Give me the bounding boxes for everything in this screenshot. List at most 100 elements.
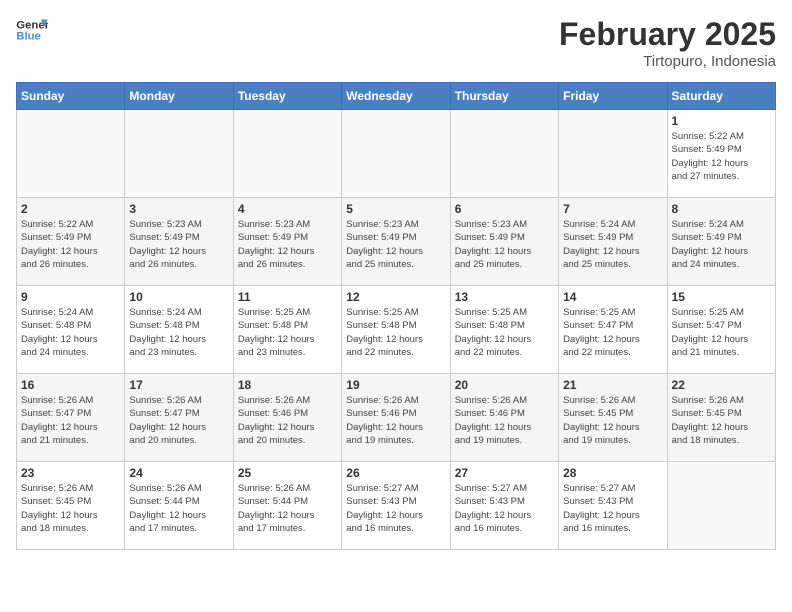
title-block: February 2025 Tirtopuro, Indonesia	[559, 16, 776, 70]
calendar-week-row: 1 Sunrise: 5:22 AM Sunset: 5:49 PM Daylig…	[17, 110, 776, 198]
day-info: Sunrise: 5:22 AM Sunset: 5:49 PM Dayligh…	[21, 218, 120, 271]
day-info: Sunrise: 5:24 AM Sunset: 5:48 PM Dayligh…	[129, 306, 228, 359]
logo-icon: General Blue	[16, 16, 48, 44]
weekday-header-wednesday: Wednesday	[342, 83, 450, 110]
calendar-day-cell: 20 Sunrise: 5:26 AM Sunset: 5:46 PM Dayli…	[450, 374, 558, 462]
calendar-day-cell: 16 Sunrise: 5:26 AM Sunset: 5:47 PM Dayli…	[17, 374, 125, 462]
day-info: Sunrise: 5:26 AM Sunset: 5:45 PM Dayligh…	[563, 394, 662, 447]
calendar-day-cell: 2Sunrise: 5:22 AM Sunset: 5:49 PM Daylig…	[17, 198, 125, 286]
day-number: 1	[672, 114, 771, 128]
calendar-day-cell	[559, 110, 667, 198]
calendar-day-cell	[342, 110, 450, 198]
calendar-day-cell: 15 Sunrise: 5:25 AM Sunset: 5:47 PM Dayli…	[667, 286, 775, 374]
calendar-day-cell: 19 Sunrise: 5:26 AM Sunset: 5:46 PM Dayli…	[342, 374, 450, 462]
day-info: Sunrise: 5:25 AM Sunset: 5:47 PM Dayligh…	[672, 306, 771, 359]
day-info: Sunrise: 5:26 AM Sunset: 5:45 PM Dayligh…	[21, 482, 120, 535]
calendar-day-cell	[17, 110, 125, 198]
day-number: 3	[129, 202, 228, 216]
calendar-day-cell: 12 Sunrise: 5:25 AM Sunset: 5:48 PM Dayli…	[342, 286, 450, 374]
day-number: 20	[455, 378, 554, 392]
month-year-title: February 2025	[559, 16, 776, 53]
day-info: Sunrise: 5:25 AM Sunset: 5:48 PM Dayligh…	[238, 306, 337, 359]
calendar-day-cell: 18 Sunrise: 5:26 AM Sunset: 5:46 PM Dayli…	[233, 374, 341, 462]
weekday-header-thursday: Thursday	[450, 83, 558, 110]
calendar-day-cell: 13 Sunrise: 5:25 AM Sunset: 5:48 PM Dayli…	[450, 286, 558, 374]
day-info: Sunrise: 5:24 AM Sunset: 5:49 PM Dayligh…	[563, 218, 662, 271]
day-number: 19	[346, 378, 445, 392]
day-number: 15	[672, 290, 771, 304]
calendar-day-cell: 23 Sunrise: 5:26 AM Sunset: 5:45 PM Dayli…	[17, 462, 125, 550]
day-number: 10	[129, 290, 228, 304]
calendar-week-row: 23 Sunrise: 5:26 AM Sunset: 5:45 PM Dayli…	[17, 462, 776, 550]
weekday-header-saturday: Saturday	[667, 83, 775, 110]
day-info: Sunrise: 5:24 AM Sunset: 5:49 PM Dayligh…	[672, 218, 771, 271]
day-number: 27	[455, 466, 554, 480]
day-number: 21	[563, 378, 662, 392]
calendar-day-cell	[233, 110, 341, 198]
calendar-day-cell: 26Sunrise: 5:27 AM Sunset: 5:43 PM Dayli…	[342, 462, 450, 550]
day-info: Sunrise: 5:26 AM Sunset: 5:46 PM Dayligh…	[346, 394, 445, 447]
weekday-header-row: SundayMondayTuesdayWednesdayThursdayFrid…	[17, 83, 776, 110]
calendar-day-cell: 11 Sunrise: 5:25 AM Sunset: 5:48 PM Dayli…	[233, 286, 341, 374]
calendar-week-row: 16 Sunrise: 5:26 AM Sunset: 5:47 PM Dayli…	[17, 374, 776, 462]
calendar-day-cell: 5 Sunrise: 5:23 AM Sunset: 5:49 PM Daylig…	[342, 198, 450, 286]
day-info: Sunrise: 5:25 AM Sunset: 5:48 PM Dayligh…	[346, 306, 445, 359]
day-info: Sunrise: 5:26 AM Sunset: 5:46 PM Dayligh…	[238, 394, 337, 447]
calendar-day-cell: 4 Sunrise: 5:23 AM Sunset: 5:49 PM Daylig…	[233, 198, 341, 286]
day-number: 8	[672, 202, 771, 216]
day-number: 11	[238, 290, 337, 304]
calendar-day-cell: 25 Sunrise: 5:26 AM Sunset: 5:44 PM Dayli…	[233, 462, 341, 550]
page-header: General Blue February 2025 Tirtopuro, In…	[16, 16, 776, 70]
day-number: 25	[238, 466, 337, 480]
location-subtitle: Tirtopuro, Indonesia	[559, 53, 776, 70]
calendar-table: SundayMondayTuesdayWednesdayThursdayFrid…	[16, 82, 776, 550]
day-number: 13	[455, 290, 554, 304]
day-number: 22	[672, 378, 771, 392]
calendar-day-cell	[125, 110, 233, 198]
day-info: Sunrise: 5:23 AM Sunset: 5:49 PM Dayligh…	[455, 218, 554, 271]
calendar-day-cell: 1 Sunrise: 5:22 AM Sunset: 5:49 PM Daylig…	[667, 110, 775, 198]
day-number: 4	[238, 202, 337, 216]
calendar-day-cell: 7 Sunrise: 5:24 AM Sunset: 5:49 PM Daylig…	[559, 198, 667, 286]
weekday-header-sunday: Sunday	[17, 83, 125, 110]
day-number: 5	[346, 202, 445, 216]
day-info: Sunrise: 5:25 AM Sunset: 5:48 PM Dayligh…	[455, 306, 554, 359]
calendar-day-cell: 22 Sunrise: 5:26 AM Sunset: 5:45 PM Dayli…	[667, 374, 775, 462]
day-number: 18	[238, 378, 337, 392]
day-info: Sunrise: 5:23 AM Sunset: 5:49 PM Dayligh…	[346, 218, 445, 271]
day-info: Sunrise: 5:26 AM Sunset: 5:47 PM Dayligh…	[21, 394, 120, 447]
calendar-day-cell: 28 Sunrise: 5:27 AM Sunset: 5:43 PM Dayli…	[559, 462, 667, 550]
weekday-header-tuesday: Tuesday	[233, 83, 341, 110]
svg-text:Blue: Blue	[16, 31, 41, 43]
calendar-week-row: 9 Sunrise: 5:24 AM Sunset: 5:48 PM Daylig…	[17, 286, 776, 374]
calendar-day-cell: 21 Sunrise: 5:26 AM Sunset: 5:45 PM Dayli…	[559, 374, 667, 462]
logo: General Blue	[16, 16, 48, 44]
day-info: Sunrise: 5:23 AM Sunset: 5:49 PM Dayligh…	[238, 218, 337, 271]
day-number: 16	[21, 378, 120, 392]
weekday-header-friday: Friday	[559, 83, 667, 110]
calendar-day-cell: 8 Sunrise: 5:24 AM Sunset: 5:49 PM Daylig…	[667, 198, 775, 286]
day-info: Sunrise: 5:26 AM Sunset: 5:46 PM Dayligh…	[455, 394, 554, 447]
calendar-day-cell: 27Sunrise: 5:27 AM Sunset: 5:43 PM Dayli…	[450, 462, 558, 550]
calendar-day-cell	[450, 110, 558, 198]
day-number: 12	[346, 290, 445, 304]
day-number: 24	[129, 466, 228, 480]
calendar-day-cell: 3 Sunrise: 5:23 AM Sunset: 5:49 PM Daylig…	[125, 198, 233, 286]
calendar-day-cell: 24Sunrise: 5:26 AM Sunset: 5:44 PM Dayli…	[125, 462, 233, 550]
day-info: Sunrise: 5:27 AM Sunset: 5:43 PM Dayligh…	[563, 482, 662, 535]
day-number: 6	[455, 202, 554, 216]
day-info: Sunrise: 5:26 AM Sunset: 5:44 PM Dayligh…	[238, 482, 337, 535]
calendar-week-row: 2Sunrise: 5:22 AM Sunset: 5:49 PM Daylig…	[17, 198, 776, 286]
day-number: 23	[21, 466, 120, 480]
day-info: Sunrise: 5:26 AM Sunset: 5:45 PM Dayligh…	[672, 394, 771, 447]
day-info: Sunrise: 5:23 AM Sunset: 5:49 PM Dayligh…	[129, 218, 228, 271]
day-info: Sunrise: 5:25 AM Sunset: 5:47 PM Dayligh…	[563, 306, 662, 359]
day-number: 7	[563, 202, 662, 216]
day-info: Sunrise: 5:22 AM Sunset: 5:49 PM Dayligh…	[672, 130, 771, 183]
weekday-header-monday: Monday	[125, 83, 233, 110]
day-number: 28	[563, 466, 662, 480]
day-number: 9	[21, 290, 120, 304]
day-info: Sunrise: 5:27 AM Sunset: 5:43 PM Dayligh…	[346, 482, 445, 535]
day-number: 17	[129, 378, 228, 392]
day-number: 14	[563, 290, 662, 304]
